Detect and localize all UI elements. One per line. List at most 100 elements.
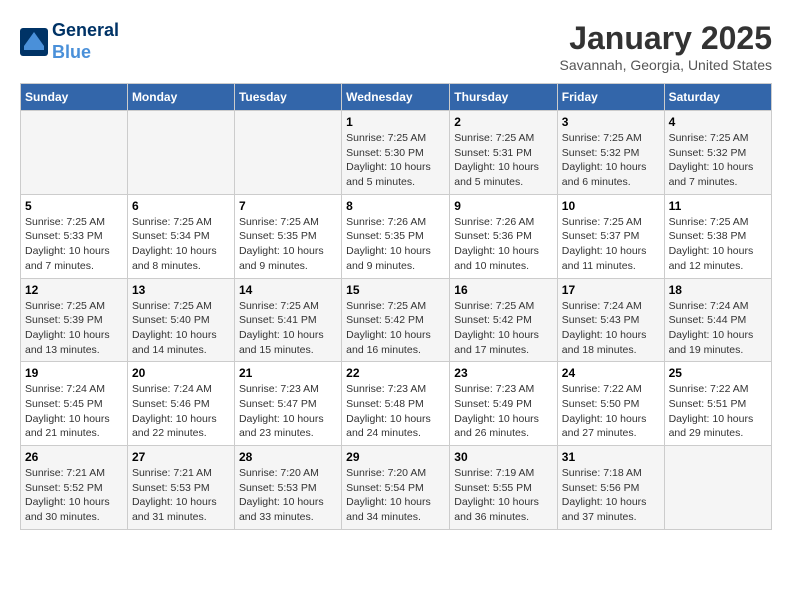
day-number: 31 xyxy=(562,450,660,464)
day-number: 27 xyxy=(132,450,230,464)
day-info: Sunrise: 7:24 AM Sunset: 5:46 PM Dayligh… xyxy=(132,382,230,441)
day-number: 9 xyxy=(454,199,553,213)
day-number: 10 xyxy=(562,199,660,213)
col-header-friday: Friday xyxy=(557,84,664,111)
logo-text: General Blue xyxy=(52,20,119,63)
day-number: 11 xyxy=(669,199,767,213)
day-number: 23 xyxy=(454,366,553,380)
col-header-sunday: Sunday xyxy=(21,84,128,111)
day-info: Sunrise: 7:19 AM Sunset: 5:55 PM Dayligh… xyxy=(454,466,553,525)
day-cell: 5 Sunrise: 7:25 AM Sunset: 5:33 PM Daylig… xyxy=(21,194,128,278)
day-number: 30 xyxy=(454,450,553,464)
day-number: 22 xyxy=(346,366,445,380)
day-number: 15 xyxy=(346,283,445,297)
day-number: 13 xyxy=(132,283,230,297)
week-row-1: 1Sunrise: 7:25 AM Sunset: 5:30 PM Daylig… xyxy=(21,111,772,195)
day-cell: 30 Sunrise: 7:19 AM Sunset: 5:55 PM Dayli… xyxy=(450,446,558,530)
day-info: Sunrise: 7:22 AM Sunset: 5:50 PM Dayligh… xyxy=(562,382,660,441)
day-cell: 9 Sunrise: 7:26 AM Sunset: 5:36 PM Daylig… xyxy=(450,194,558,278)
day-cell: 28 Sunrise: 7:20 AM Sunset: 5:53 PM Dayli… xyxy=(234,446,341,530)
day-info: Sunrise: 7:23 AM Sunset: 5:49 PM Dayligh… xyxy=(454,382,553,441)
day-number: 25 xyxy=(669,366,767,380)
day-cell: 27 Sunrise: 7:21 AM Sunset: 5:53 PM Dayli… xyxy=(127,446,234,530)
day-cell: 14Sunrise: 7:25 AM Sunset: 5:41 PM Dayli… xyxy=(234,278,341,362)
day-info: Sunrise: 7:24 AM Sunset: 5:45 PM Dayligh… xyxy=(25,382,123,441)
day-number: 8 xyxy=(346,199,445,213)
day-cell: 20 Sunrise: 7:24 AM Sunset: 5:46 PM Dayli… xyxy=(127,362,234,446)
day-cell: 23 Sunrise: 7:23 AM Sunset: 5:49 PM Dayli… xyxy=(450,362,558,446)
day-info: Sunrise: 7:25 AM Sunset: 5:32 PM Dayligh… xyxy=(562,131,660,190)
day-number: 24 xyxy=(562,366,660,380)
day-cell: 13 Sunrise: 7:25 AM Sunset: 5:40 PM Dayli… xyxy=(127,278,234,362)
day-cell: 21Sunrise: 7:23 AM Sunset: 5:47 PM Dayli… xyxy=(234,362,341,446)
day-cell xyxy=(127,111,234,195)
col-header-thursday: Thursday xyxy=(450,84,558,111)
week-row-4: 19 Sunrise: 7:24 AM Sunset: 5:45 PM Dayli… xyxy=(21,362,772,446)
day-info: Sunrise: 7:18 AM Sunset: 5:56 PM Dayligh… xyxy=(562,466,660,525)
day-cell: 26 Sunrise: 7:21 AM Sunset: 5:52 PM Dayli… xyxy=(21,446,128,530)
day-info: Sunrise: 7:23 AM Sunset: 5:47 PM Dayligh… xyxy=(239,382,337,441)
day-cell: 31 Sunrise: 7:18 AM Sunset: 5:56 PM Dayli… xyxy=(557,446,664,530)
col-header-monday: Monday xyxy=(127,84,234,111)
day-cell: 11 Sunrise: 7:25 AM Sunset: 5:38 PM Dayli… xyxy=(664,194,771,278)
day-info: Sunrise: 7:25 AM Sunset: 5:40 PM Dayligh… xyxy=(132,299,230,358)
day-info: Sunrise: 7:25 AM Sunset: 5:38 PM Dayligh… xyxy=(669,215,767,274)
day-number: 18 xyxy=(669,283,767,297)
week-row-2: 5 Sunrise: 7:25 AM Sunset: 5:33 PM Daylig… xyxy=(21,194,772,278)
day-number: 16 xyxy=(454,283,553,297)
day-info: Sunrise: 7:25 AM Sunset: 5:31 PM Dayligh… xyxy=(454,131,553,190)
day-cell: 12Sunrise: 7:25 AM Sunset: 5:39 PM Dayli… xyxy=(21,278,128,362)
day-number: 19 xyxy=(25,366,123,380)
header-row: SundayMondayTuesdayWednesdayThursdayFrid… xyxy=(21,84,772,111)
calendar-table: SundayMondayTuesdayWednesdayThursdayFrid… xyxy=(20,83,772,530)
day-number: 29 xyxy=(346,450,445,464)
day-number: 17 xyxy=(562,283,660,297)
day-info: Sunrise: 7:21 AM Sunset: 5:53 PM Dayligh… xyxy=(132,466,230,525)
day-cell: 8 Sunrise: 7:26 AM Sunset: 5:35 PM Daylig… xyxy=(342,194,450,278)
day-info: Sunrise: 7:21 AM Sunset: 5:52 PM Dayligh… xyxy=(25,466,123,525)
day-cell xyxy=(21,111,128,195)
col-header-saturday: Saturday xyxy=(664,84,771,111)
day-number: 5 xyxy=(25,199,123,213)
day-cell: 17Sunrise: 7:24 AM Sunset: 5:43 PM Dayli… xyxy=(557,278,664,362)
day-info: Sunrise: 7:26 AM Sunset: 5:36 PM Dayligh… xyxy=(454,215,553,274)
logo: General Blue xyxy=(20,20,119,63)
day-cell: 25 Sunrise: 7:22 AM Sunset: 5:51 PM Dayli… xyxy=(664,362,771,446)
day-cell: 19 Sunrise: 7:24 AM Sunset: 5:45 PM Dayli… xyxy=(21,362,128,446)
day-number: 12 xyxy=(25,283,123,297)
day-cell xyxy=(664,446,771,530)
day-info: Sunrise: 7:20 AM Sunset: 5:54 PM Dayligh… xyxy=(346,466,445,525)
day-info: Sunrise: 7:20 AM Sunset: 5:53 PM Dayligh… xyxy=(239,466,337,525)
day-cell: 24 Sunrise: 7:22 AM Sunset: 5:50 PM Dayli… xyxy=(557,362,664,446)
day-cell: 7Sunrise: 7:25 AM Sunset: 5:35 PM Daylig… xyxy=(234,194,341,278)
day-number: 14 xyxy=(239,283,337,297)
day-info: Sunrise: 7:25 AM Sunset: 5:34 PM Dayligh… xyxy=(132,215,230,274)
day-cell: 18 Sunrise: 7:24 AM Sunset: 5:44 PM Dayli… xyxy=(664,278,771,362)
day-number: 7 xyxy=(239,199,337,213)
title-block: January 2025 Savannah, Georgia, United S… xyxy=(560,20,772,73)
col-header-wednesday: Wednesday xyxy=(342,84,450,111)
day-cell: 22 Sunrise: 7:23 AM Sunset: 5:48 PM Dayli… xyxy=(342,362,450,446)
day-info: Sunrise: 7:24 AM Sunset: 5:44 PM Dayligh… xyxy=(669,299,767,358)
day-cell: 1Sunrise: 7:25 AM Sunset: 5:30 PM Daylig… xyxy=(342,111,450,195)
day-cell: 6Sunrise: 7:25 AM Sunset: 5:34 PM Daylig… xyxy=(127,194,234,278)
day-number: 26 xyxy=(25,450,123,464)
day-info: Sunrise: 7:22 AM Sunset: 5:51 PM Dayligh… xyxy=(669,382,767,441)
day-number: 2 xyxy=(454,115,553,129)
day-number: 4 xyxy=(669,115,767,129)
day-info: Sunrise: 7:23 AM Sunset: 5:48 PM Dayligh… xyxy=(346,382,445,441)
day-info: Sunrise: 7:25 AM Sunset: 5:33 PM Dayligh… xyxy=(25,215,123,274)
day-number: 3 xyxy=(562,115,660,129)
day-cell: 10Sunrise: 7:25 AM Sunset: 5:37 PM Dayli… xyxy=(557,194,664,278)
day-cell xyxy=(234,111,341,195)
day-number: 20 xyxy=(132,366,230,380)
day-info: Sunrise: 7:25 AM Sunset: 5:32 PM Dayligh… xyxy=(669,131,767,190)
day-cell: 16Sunrise: 7:25 AM Sunset: 5:42 PM Dayli… xyxy=(450,278,558,362)
page-subtitle: Savannah, Georgia, United States xyxy=(560,57,772,73)
day-info: Sunrise: 7:26 AM Sunset: 5:35 PM Dayligh… xyxy=(346,215,445,274)
day-info: Sunrise: 7:25 AM Sunset: 5:30 PM Dayligh… xyxy=(346,131,445,190)
day-number: 28 xyxy=(239,450,337,464)
day-info: Sunrise: 7:25 AM Sunset: 5:42 PM Dayligh… xyxy=(346,299,445,358)
day-cell: 2 Sunrise: 7:25 AM Sunset: 5:31 PM Daylig… xyxy=(450,111,558,195)
page-header: General Blue January 2025 Savannah, Geor… xyxy=(20,20,772,73)
